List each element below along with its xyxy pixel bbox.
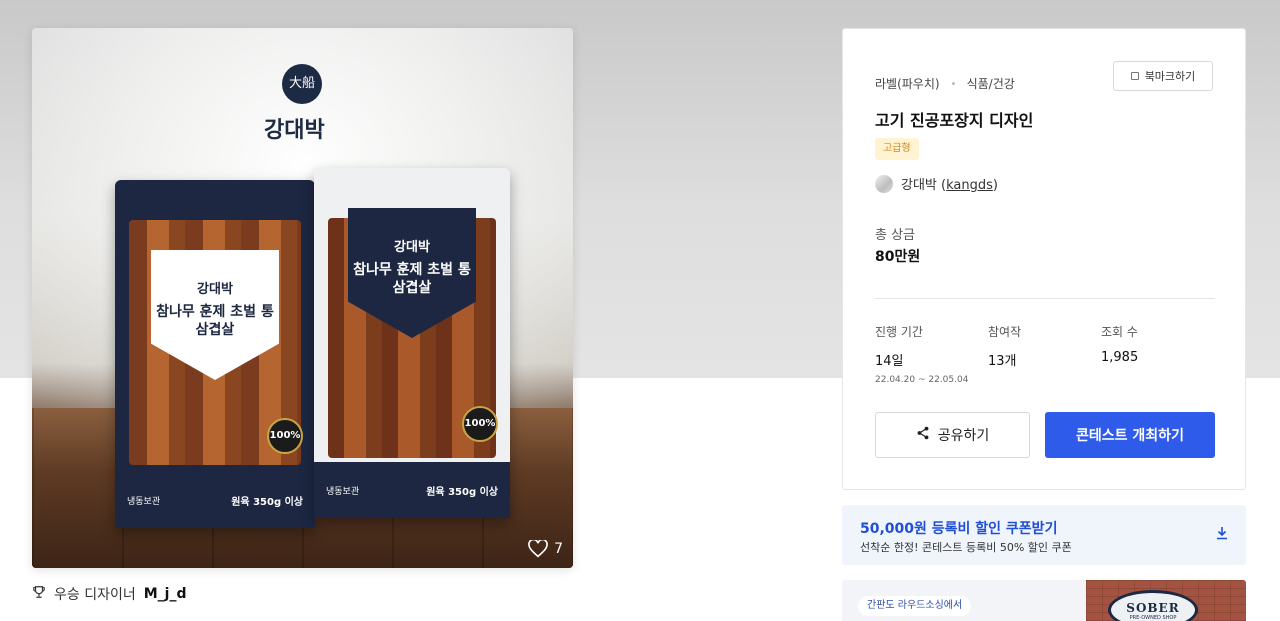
promo-sign: SOBER PRE-OWNED SHOP xyxy=(1108,590,1198,621)
category-primary[interactable]: 라벨(파우치) xyxy=(875,75,940,92)
package-brand: 강대박 xyxy=(394,240,430,255)
coupon-subtitle: 선착순 한정! 콘테스트 등록비 50% 할인 쿠폰 xyxy=(860,541,1072,554)
contest-info-card: 라벨(파우치) 식품/건강 북마크하기 고기 진공포장지 디자인 고급형 강대박… xyxy=(842,28,1246,490)
host-contest-button[interactable]: 콘테스트 개최하기 xyxy=(1045,412,1215,458)
share-icon xyxy=(916,426,930,444)
category-breadcrumb: 라벨(파우치) 식품/건강 xyxy=(875,75,1015,92)
host-id-link[interactable]: kangds xyxy=(946,178,993,193)
package-footer: 냉동보관 원육 350g 이상 xyxy=(115,472,315,528)
prize-label: 총 상금 xyxy=(875,228,916,243)
package-storage: 냉동보관 xyxy=(127,496,161,507)
bookmark-label: 북마크하기 xyxy=(1144,70,1196,83)
quality-badge: 100% xyxy=(462,406,498,442)
contest-title: 고기 진공포장지 디자인 xyxy=(875,111,1034,130)
package-brand: 강대박 xyxy=(197,282,233,297)
divider xyxy=(875,298,1215,299)
like-count: 7 xyxy=(554,541,563,557)
host-name: 강대박 (kangds) xyxy=(901,178,998,193)
brand-wordmark: 강대박 xyxy=(264,117,325,143)
winner-label: 우승 디자이너 xyxy=(54,587,136,603)
quality-badge: 100% xyxy=(267,418,303,454)
bookmark-icon xyxy=(1130,72,1139,80)
winner-designer: 우승 디자이너 M_j_d xyxy=(32,584,187,604)
promo-banner[interactable]: 간판도 라우드소싱에서 SOBER PRE-OWNED SHOP xyxy=(842,580,1246,621)
bookmark-button[interactable]: 북마크하기 xyxy=(1113,61,1213,91)
stat-duration-label: 진행 기간 xyxy=(875,325,923,339)
prize-value: 80만원 xyxy=(875,249,921,265)
tier-badge: 고급형 xyxy=(875,138,919,160)
coupon-title: 50,000원 등록비 할인 쿠폰받기 xyxy=(860,521,1058,537)
like-button[interactable]: 7 xyxy=(528,540,563,558)
share-label: 공유하기 xyxy=(937,428,990,444)
package-footer: 냉동보관 원육 350g 이상 xyxy=(314,462,510,518)
package-right: 강대박 참나무 훈제 초벌 통 삼겹살 100% 냉동보관 원육 350g 이상 xyxy=(314,168,510,518)
promo-sign-sub: PRE-OWNED SHOP xyxy=(1129,615,1177,621)
promo-chip: 간판도 라우드소싱에서 xyxy=(858,596,972,616)
category-separator xyxy=(951,82,955,85)
brand-logo: 大船 강대박 xyxy=(264,64,332,164)
package-name: 참나무 훈제 초벌 통 삼겹살 xyxy=(353,262,471,296)
stat-entries-label: 참여작 xyxy=(988,325,1022,339)
category-secondary[interactable]: 식품/건강 xyxy=(967,75,1015,92)
download-icon[interactable] xyxy=(1216,525,1228,544)
stat-duration-value: 14일 xyxy=(875,354,904,369)
share-button[interactable]: 공유하기 xyxy=(875,412,1030,458)
package-left: 강대박 참나무 훈제 초벌 통 삼겹살 100% 냉동보관 원육 350g 이상 xyxy=(115,180,315,528)
stat-views-label: 조회 수 xyxy=(1101,325,1138,339)
package-weight: 원육 350g 이상 xyxy=(231,496,303,508)
package-name: 참나무 훈제 초벌 통 삼겹살 xyxy=(156,304,274,338)
package-storage: 냉동보관 xyxy=(326,486,360,497)
stat-duration: 진행 기간 14일 22.04.20 ~ 22.05.04 xyxy=(875,323,968,385)
winner-name[interactable]: M_j_d xyxy=(144,586,187,602)
promo-sign-title: SOBER xyxy=(1126,601,1180,615)
winning-design-image[interactable]: 大船 강대박 강대박 참나무 훈제 초벌 통 삼겹살 100% 냉동보관 원육 … xyxy=(32,28,573,568)
trophy-icon xyxy=(32,585,46,603)
stat-duration-range: 22.04.20 ~ 22.05.04 xyxy=(875,375,969,385)
stat-entries: 참여작 13개 xyxy=(988,323,1021,369)
brand-seal: 大船 xyxy=(282,64,322,104)
promo-image: SOBER PRE-OWNED SHOP xyxy=(1086,580,1246,621)
stat-entries-value: 13개 xyxy=(988,354,1017,369)
package-weight: 원육 350g 이상 xyxy=(426,486,498,498)
heart-icon xyxy=(528,540,548,558)
stat-views-value: 1,985 xyxy=(1101,350,1139,365)
coupon-banner[interactable]: 50,000원 등록비 할인 쿠폰받기 선착순 한정! 콘테스트 등록비 50%… xyxy=(842,505,1246,565)
host-info: 강대박 (kangds) xyxy=(875,174,998,193)
stat-views: 조회 수 1,985 xyxy=(1101,323,1138,365)
host-avatar xyxy=(875,174,893,193)
